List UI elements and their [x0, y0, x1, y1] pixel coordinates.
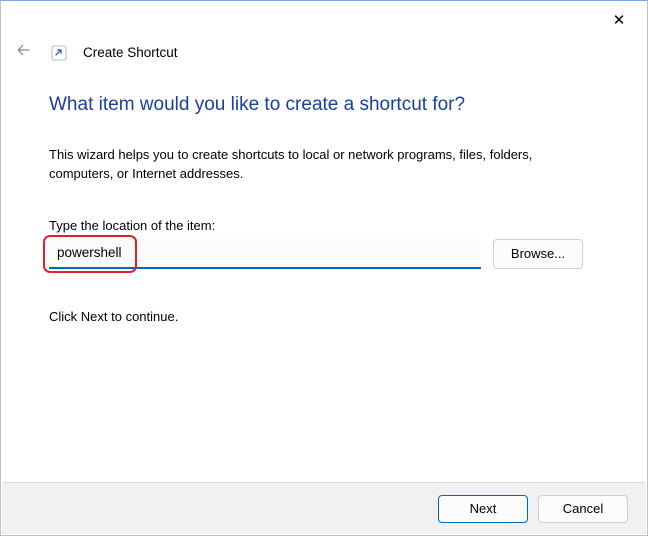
next-button[interactable]: Next	[438, 495, 528, 523]
window-title: Create Shortcut	[83, 45, 178, 60]
continue-text: Click Next to continue.	[49, 309, 599, 324]
close-icon: ✕	[613, 11, 626, 29]
wizard-content: What item would you like to create a sho…	[1, 66, 647, 324]
wizard-footer: Next Cancel	[2, 482, 646, 534]
description: This wizard helps you to create shortcut…	[49, 146, 589, 184]
location-label: Type the location of the item:	[49, 218, 599, 233]
cancel-button[interactable]: Cancel	[538, 495, 628, 523]
headline: What item would you like to create a sho…	[49, 94, 599, 116]
close-button[interactable]: ✕	[605, 7, 633, 33]
location-input[interactable]	[49, 239, 481, 269]
wizard-header: 🡠 Create Shortcut	[1, 35, 647, 66]
shortcut-icon	[51, 45, 67, 61]
browse-button[interactable]: Browse...	[493, 239, 583, 269]
back-arrow-icon[interactable]: 🡠	[17, 39, 35, 66]
title-bar: ✕	[1, 1, 647, 35]
